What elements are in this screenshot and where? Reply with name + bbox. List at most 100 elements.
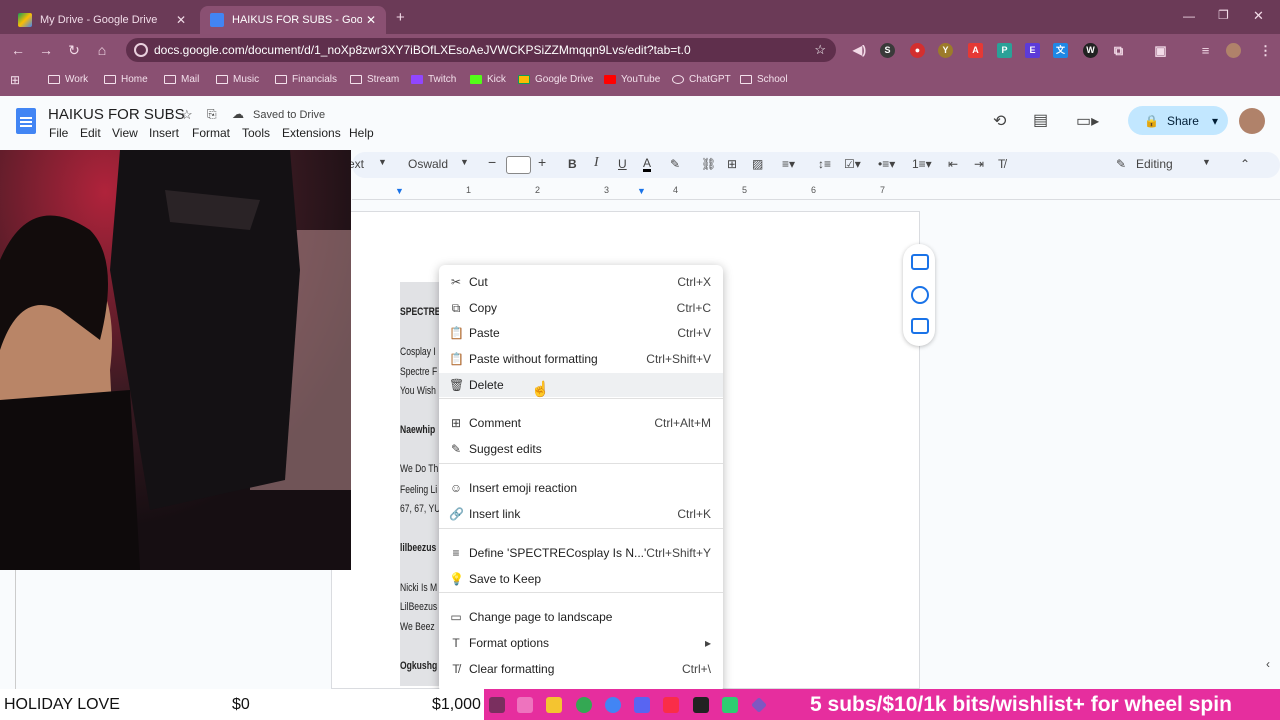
context-menu-item-insert-link[interactable]: 🔗 Insert link Ctrl+K (439, 502, 723, 526)
apps-grid-icon[interactable]: ⊞ (10, 73, 20, 87)
chevron-left-icon[interactable]: ‹ (1266, 657, 1270, 671)
text-color-icon[interactable]: A (643, 157, 652, 172)
doc-line[interactable]: Spectre F (400, 366, 437, 378)
bookmark-mail[interactable]: Mail (164, 74, 199, 85)
bookmark-school[interactable]: School (740, 74, 788, 85)
add-comment-icon[interactable] (911, 254, 929, 270)
underline-icon[interactable]: U (618, 157, 627, 171)
increase-font-icon[interactable]: + (538, 154, 546, 170)
extension-e-icon[interactable]: E (1025, 43, 1040, 58)
bold-icon[interactable]: B (568, 157, 577, 171)
address-bar[interactable]: docs.google.com/document/d/1_noXp8zwr3XY… (126, 38, 836, 62)
add-comment-icon[interactable]: ⊞ (727, 157, 737, 171)
bookmark-stream[interactable]: Stream (350, 74, 399, 85)
context-menu-item-change-page-to-landscape[interactable]: ▭ Change page to landscape (439, 605, 723, 629)
font-size-input[interactable] (506, 156, 531, 174)
doc-heading[interactable]: Ogkushg (400, 660, 437, 672)
extension-pdf-icon[interactable]: A (968, 43, 983, 58)
chrome-icon[interactable] (576, 697, 592, 713)
bookmark-twitch[interactable]: Twitch (411, 74, 456, 85)
music-icon[interactable] (663, 697, 679, 713)
extension-fork-icon[interactable]: Y (938, 43, 953, 58)
chevron-down-icon[interactable]: ▼ (1202, 157, 1211, 167)
bookmark-home[interactable]: Home (104, 74, 148, 85)
browser-menu-icon[interactable]: ⋮ (1258, 43, 1273, 58)
maximize-icon[interactable]: ❐ (1218, 8, 1229, 22)
menu-file[interactable]: File (49, 126, 68, 140)
font-select[interactable]: Oswald (408, 157, 448, 171)
reload-icon[interactable]: ↻ (60, 42, 88, 59)
context-menu-item-save-to-keep[interactable]: 💡 Save to Keep (439, 567, 723, 591)
doc-heading[interactable]: SPECTRE (400, 306, 441, 318)
doc-line[interactable]: We Beez (400, 621, 435, 633)
menu-insert[interactable]: Insert (149, 126, 179, 140)
chevron-down-icon[interactable]: ▼ (460, 157, 469, 167)
indent-marker-icon[interactable]: ▼ (395, 186, 404, 196)
context-menu-item-define-spectrecosplay-is-n[interactable]: ≡ Define 'SPECTRECosplay Is N...' Ctrl+Shi… (439, 541, 723, 565)
meet-icon[interactable]: ▭▸ (1076, 111, 1099, 131)
increase-indent-icon[interactable]: ⇥ (974, 157, 984, 171)
bookmark-google-drive[interactable]: Google Drive (518, 74, 593, 85)
line-spacing-icon[interactable]: ↕≡ (818, 157, 831, 171)
doc-line[interactable]: Feeling Li (400, 484, 437, 496)
doc-line[interactable]: We Do Th (400, 463, 438, 475)
context-menu-item-suggest-edits[interactable]: ✎ Suggest edits (439, 437, 723, 461)
editing-mode-select[interactable]: Editing (1136, 157, 1173, 171)
extension-p-icon[interactable]: P (997, 43, 1012, 58)
windows-search-icon[interactable] (489, 697, 505, 713)
doc-line[interactable]: You Wish (400, 385, 436, 397)
bookmark-financials[interactable]: Financials (275, 74, 337, 85)
emoji-reaction-icon[interactable] (911, 286, 929, 304)
share-button[interactable]: 🔒 Share ▾ (1128, 106, 1228, 135)
star-icon[interactable]: ☆ (181, 107, 193, 123)
menu-view[interactable]: View (112, 126, 138, 140)
bookmark-star-icon[interactable]: ☆ (814, 42, 826, 58)
menu-help[interactable]: Help (349, 126, 374, 140)
move-folder-icon[interactable]: ⎘ (207, 107, 217, 122)
context-menu-item-copy[interactable]: ⧉ Copy Ctrl+C (439, 296, 723, 320)
context-menu-item-insert-emoji-reaction[interactable]: ☺ Insert emoji reaction (439, 476, 723, 500)
site-info-icon[interactable] (134, 43, 148, 57)
docs-logo-icon[interactable] (16, 108, 36, 134)
extension-s-icon[interactable]: S (880, 43, 895, 58)
tab-haikus-doc[interactable]: HAIKUS FOR SUBS - Google Do ✕ (200, 6, 386, 34)
context-menu-item-paste-without-formatting[interactable]: 📋 Paste without formatting Ctrl+Shift+V (439, 347, 723, 371)
decrease-font-icon[interactable]: − (488, 154, 496, 170)
version-history-icon[interactable]: ⟲ (993, 111, 1006, 131)
media-controls-icon[interactable]: ≡ (1198, 43, 1213, 58)
profile-avatar[interactable] (1226, 43, 1241, 58)
menu-tools[interactable]: Tools (242, 126, 270, 140)
checklist-icon[interactable]: ☑▾ (844, 157, 861, 171)
discord-icon[interactable] (634, 697, 650, 713)
bookmark-youtube[interactable]: YouTube (604, 74, 660, 85)
decrease-indent-icon[interactable]: ⇤ (948, 157, 958, 171)
extension-w-icon[interactable]: W (1083, 43, 1098, 58)
highlight-icon[interactable]: ✎ (670, 157, 680, 171)
menu-edit[interactable]: Edit (80, 126, 101, 140)
insert-image-icon[interactable]: ▨ (752, 157, 763, 171)
chevron-down-icon[interactable]: ▼ (378, 157, 387, 167)
forward-icon[interactable]: → (32, 42, 60, 58)
comments-icon[interactable]: ▤ (1033, 110, 1048, 130)
insert-link-icon[interactable]: ⛓ (701, 157, 716, 171)
doc-heading[interactable]: lilbeezus (400, 542, 436, 554)
tab-my-drive[interactable]: My Drive - Google Drive ✕ (8, 6, 196, 34)
doc-line[interactable]: Nicki Is M (400, 582, 437, 594)
user-avatar[interactable] (1239, 108, 1265, 134)
doc-line[interactable]: LilBeezus (400, 601, 437, 613)
context-menu-item-clear-formatting[interactable]: T̸ Clear formatting Ctrl+\ (439, 657, 723, 681)
doc-line[interactable]: 67, 67, YU (400, 503, 440, 515)
menu-extensions[interactable]: Extensions (282, 126, 341, 140)
new-tab-icon[interactable]: + (396, 9, 405, 26)
document-title[interactable]: HAIKUS FOR SUBS (48, 106, 185, 123)
extension-red-icon[interactable]: ● (910, 43, 925, 58)
extension-translate-icon[interactable]: 文 (1053, 43, 1068, 58)
align-icon[interactable]: ≡▾ (782, 157, 795, 171)
context-menu-item-format-options[interactable]: T Format options ▸ (439, 631, 723, 655)
doc-line[interactable]: Cosplay I (400, 346, 436, 358)
context-menu-item-delete[interactable]: 🗑 Delete (439, 373, 723, 397)
volume-icon[interactable]: ◀) (852, 43, 867, 58)
numbered-list-icon[interactable]: 1≡▾ (912, 157, 932, 171)
side-panel-icon[interactable]: ▣ (1153, 43, 1168, 58)
italic-icon[interactable]: I (594, 155, 599, 171)
